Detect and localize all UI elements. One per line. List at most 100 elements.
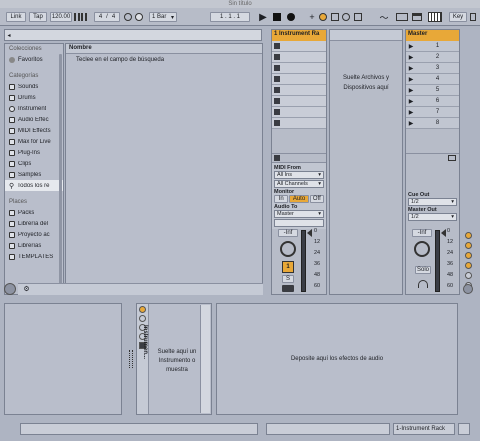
sidebar-item-templates[interactable]: TEMPLATES xyxy=(5,251,63,262)
clip-stop-icon[interactable] xyxy=(274,76,280,82)
track-solo-button[interactable]: S xyxy=(282,275,294,283)
stop-all-clips-icon[interactable] xyxy=(448,155,456,161)
track-volume-field[interactable]: -Inf xyxy=(278,229,298,237)
volume-fader-icon[interactable] xyxy=(307,229,312,237)
clip-slot[interactable] xyxy=(272,63,326,74)
clip-stop-icon[interactable] xyxy=(274,43,280,49)
sidebar-item-user-library[interactable]: Librería del xyxy=(5,218,63,229)
pan-knob-icon[interactable] xyxy=(280,241,296,257)
clip-slot[interactable] xyxy=(272,74,326,85)
rack-title[interactable]: Instrumen... xyxy=(142,325,148,385)
scene-launch-icon[interactable]: ▶ xyxy=(406,43,416,50)
clip-stop-icon[interactable] xyxy=(274,98,280,104)
scene-launch-icon[interactable]: ▶ xyxy=(406,98,416,105)
master-fader-icon[interactable] xyxy=(441,229,446,237)
detail-view-toggle-icon[interactable] xyxy=(458,423,470,435)
name-column-header[interactable]: Nombre xyxy=(66,44,262,54)
scene-launch-icon[interactable]: ▶ xyxy=(406,65,416,72)
sidebar-item-instruments[interactable]: Instrument xyxy=(5,103,63,114)
nudge-down-icon[interactable] xyxy=(74,13,80,21)
browser-search-bar[interactable] xyxy=(4,29,262,41)
computer-midi-keyboard-icon[interactable] xyxy=(396,13,408,21)
returns-toggle-icon[interactable] xyxy=(464,252,472,259)
rack-power-icon[interactable] xyxy=(139,306,146,313)
clip-slot[interactable] xyxy=(272,52,326,63)
clip-stop-icon[interactable] xyxy=(274,109,280,115)
midi-channel-select[interactable]: All Channels ▾ xyxy=(274,180,324,188)
clip-stop-icon[interactable] xyxy=(274,54,280,60)
scene-launch-icon[interactable]: ▶ xyxy=(406,109,416,116)
scene-row[interactable]: ▶ 2 xyxy=(406,52,459,63)
drop-zone[interactable]: Suelte Archivos y Dispositivos aquí xyxy=(329,29,403,295)
reenable-automation-icon[interactable] xyxy=(331,13,339,21)
scene-launch-icon[interactable]: ▶ xyxy=(406,54,416,61)
sidebar-item-audio-effects[interactable]: Audio Effec xyxy=(5,114,63,125)
master-title[interactable]: Master xyxy=(406,30,459,41)
sidebar-item-drums[interactable]: Drums xyxy=(5,92,63,103)
clip-slot[interactable] xyxy=(272,85,326,96)
master-pan-knob-icon[interactable] xyxy=(414,241,430,257)
sidebar-item-sounds[interactable]: Sounds xyxy=(5,81,63,92)
scene-launch-icon[interactable]: ▶ xyxy=(406,120,416,127)
record-icon[interactable] xyxy=(287,13,295,21)
monitor-auto-button[interactable]: Auto xyxy=(289,195,309,203)
capture-icon[interactable] xyxy=(354,13,362,21)
session-view-toggle-icon[interactable] xyxy=(4,283,16,295)
draw-mode-icon[interactable]: 〜 xyxy=(377,12,391,23)
sidebar-item-libraries[interactable]: Librerías xyxy=(5,240,63,251)
scene-launch-icon[interactable]: ▶ xyxy=(406,87,416,94)
automation-arm-icon[interactable] xyxy=(319,13,327,21)
gear-icon[interactable]: ⚙ xyxy=(22,284,31,294)
sends-toggle-icon[interactable] xyxy=(464,242,472,249)
link-button[interactable]: Link xyxy=(6,12,26,22)
midi-from-select[interactable]: All Ins ▾ xyxy=(274,171,324,179)
detail-track-label[interactable]: 1-Instrument Rack xyxy=(393,423,455,435)
clip-stop-icon[interactable] xyxy=(274,87,280,93)
track-number-button[interactable]: 1 xyxy=(282,261,294,273)
time-signature[interactable]: 4 / 4 xyxy=(94,12,120,22)
clip-stop-icon[interactable] xyxy=(274,65,280,71)
audio-to-select[interactable]: Master ▾ xyxy=(274,210,324,218)
arrangement-position[interactable]: 1 . 1 . 1 xyxy=(210,12,250,22)
io-toggle-icon[interactable] xyxy=(464,232,472,239)
metronome-icon[interactable] xyxy=(124,13,132,21)
scene-row[interactable]: ▶ 1 xyxy=(406,41,459,52)
stop-clips-icon[interactable] xyxy=(274,155,280,161)
mixer-toggle-icon[interactable] xyxy=(464,262,472,269)
nudge-up-icon[interactable] xyxy=(81,13,87,21)
monitor-in-button[interactable]: In xyxy=(274,195,289,203)
scene-row[interactable]: ▶ 6 xyxy=(406,96,459,107)
record-arm-icon[interactable] xyxy=(282,285,294,292)
scene-row[interactable]: ▶ 5 xyxy=(406,85,459,96)
midi-keyboard-icon[interactable] xyxy=(412,13,422,21)
scene-row[interactable]: ▶ 3 xyxy=(406,63,459,74)
sidebar-item-clips[interactable]: Clips xyxy=(5,158,63,169)
stop-icon[interactable] xyxy=(273,13,281,21)
sidebar-item-current-project[interactable]: Proyecto ac xyxy=(5,229,63,240)
tempo-nudge[interactable] xyxy=(74,13,88,21)
sidebar-item-favorites[interactable]: Favoritos xyxy=(5,54,63,65)
clip-slot[interactable] xyxy=(272,41,326,52)
rack-chain-icon[interactable] xyxy=(139,315,146,322)
scene-row[interactable]: ▶ 7 xyxy=(406,107,459,118)
session-scroll-icon[interactable] xyxy=(463,284,473,294)
metronome-dot-icon[interactable] xyxy=(135,13,143,21)
headphone-icon[interactable] xyxy=(418,280,428,288)
crossfader-toggle-icon[interactable] xyxy=(464,272,472,279)
track-title[interactable]: 1 Instrument Ra xyxy=(272,30,326,41)
master-volume-field[interactable]: -Inf xyxy=(412,229,432,237)
session-record-icon[interactable] xyxy=(342,13,350,21)
tap-button[interactable]: Tap xyxy=(29,12,47,22)
piano-keys-icon[interactable] xyxy=(428,12,442,22)
scene-launch-icon[interactable]: ▶ xyxy=(406,76,416,83)
key-map-indicator-icon[interactable] xyxy=(470,13,476,21)
scene-row[interactable]: ▶ 8 xyxy=(406,118,459,129)
clip-slot[interactable] xyxy=(272,118,326,129)
rack-scrollbar[interactable] xyxy=(200,305,210,413)
overdub-icon[interactable]: + xyxy=(307,12,317,22)
monitor-off-button[interactable]: Off xyxy=(309,195,325,203)
clip-slot[interactable] xyxy=(272,107,326,118)
cue-out-select[interactable]: 1/2 ▾ xyxy=(408,198,457,206)
play-icon[interactable]: ▶ xyxy=(258,12,268,23)
clip-slot[interactable] xyxy=(272,96,326,107)
